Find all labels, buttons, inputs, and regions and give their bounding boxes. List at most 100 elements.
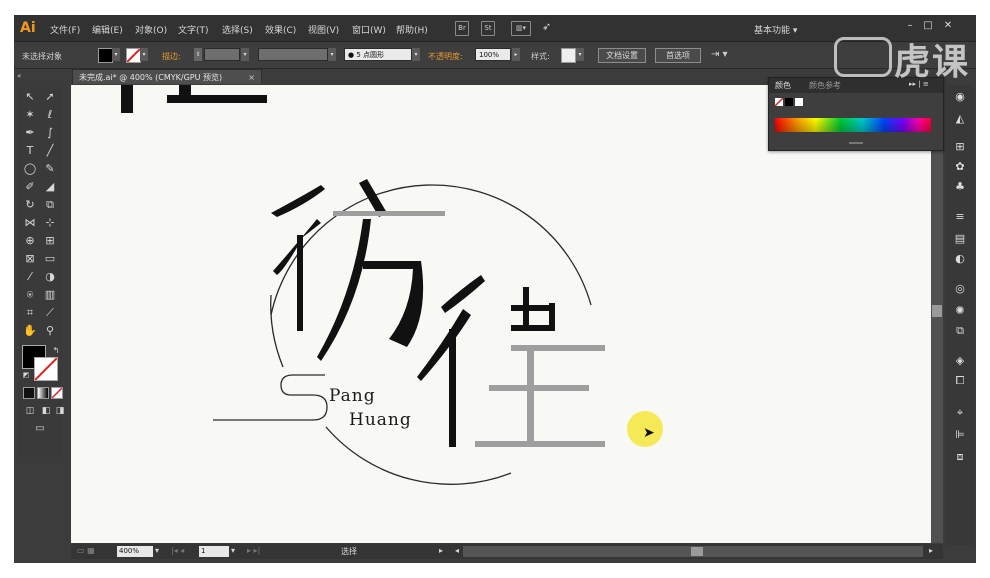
swatches-icon[interactable]: ⊞ — [952, 139, 968, 155]
draw-normal-icon[interactable]: ◫ — [22, 403, 38, 419]
none-mode-icon[interactable] — [51, 387, 63, 399]
magic-wand-tool-icon[interactable]: ✶ — [22, 107, 38, 123]
artboard-next-icon[interactable]: ▸ ▸| — [247, 546, 260, 555]
horizontal-scrollbar[interactable] — [463, 546, 923, 557]
artboard-dropdown-icon[interactable]: ▾ — [231, 546, 235, 555]
default-colors-icon[interactable]: ◩ — [18, 367, 34, 383]
appearance-panel-icon[interactable]: ◎ — [952, 281, 968, 297]
pathfinder-panel-icon[interactable]: ⧈ — [952, 449, 968, 465]
collapse-panel-icon[interactable]: « — [17, 72, 21, 80]
type-tool-icon[interactable]: T — [22, 143, 38, 159]
none-swatch[interactable] — [774, 97, 784, 107]
pen-tool-icon[interactable]: ✒ — [22, 125, 38, 141]
curvature-tool-icon[interactable]: ∫ — [42, 125, 58, 141]
opacity-arrow-icon[interactable]: ▸ — [512, 48, 520, 61]
menu-view[interactable]: 视图(V) — [308, 23, 339, 36]
scale-tool-icon[interactable]: ⧉ — [42, 197, 58, 213]
mesh-tool-icon[interactable]: ⊠ — [22, 251, 38, 267]
fill-dropdown-icon[interactable]: ▾ — [112, 48, 120, 61]
graphic-style-dropdown-icon[interactable]: ▾ — [576, 48, 584, 61]
document-setup-button[interactable]: 文档设置 — [598, 48, 646, 63]
zoom-dropdown-icon[interactable]: ▾ — [155, 546, 159, 555]
zoom-field[interactable]: 400% — [117, 546, 153, 557]
shape-builder-tool-icon[interactable]: ⊕ — [22, 233, 38, 249]
white-swatch[interactable] — [795, 98, 803, 106]
asset-export-icon[interactable]: ⧉ — [952, 323, 968, 339]
preferences-button[interactable]: 首选项 — [655, 48, 701, 63]
maximize-button[interactable]: □ — [920, 19, 936, 33]
stroke-panel-icon[interactable]: ≡ — [952, 209, 968, 225]
graphic-style-swatch[interactable] — [561, 48, 576, 63]
stroke-color-box[interactable] — [34, 357, 58, 381]
opacity-label[interactable]: 不透明度: — [428, 51, 463, 62]
status-menu-icon[interactable]: ▸ — [439, 546, 443, 555]
brushes-icon[interactable]: ✿ — [952, 159, 968, 175]
bridge-button[interactable]: Br — [455, 21, 469, 36]
stroke-label[interactable]: 描边: — [162, 51, 181, 62]
workspace-switcher[interactable]: 基本功能 ▾ — [754, 23, 797, 36]
line-tool-icon[interactable]: ╱ — [42, 143, 58, 159]
brush-dropdown-icon[interactable]: ▾ — [412, 48, 420, 61]
opacity-field[interactable]: 100% — [475, 48, 511, 61]
artboard-prev-icon[interactable]: |◂ ◂ — [171, 546, 184, 555]
pencil-tool-icon[interactable]: ✐ — [22, 179, 38, 195]
rotate-tool-icon[interactable]: ↻ — [22, 197, 38, 213]
perspective-grid-tool-icon[interactable]: ⊞ — [42, 233, 58, 249]
artboard-number-field[interactable]: 1 — [199, 546, 229, 557]
selection-tool-icon[interactable]: ↖ — [22, 89, 38, 105]
vertical-scroll-thumb[interactable] — [932, 305, 942, 317]
layers-panel-icon[interactable]: ◈ — [952, 353, 968, 369]
minimize-button[interactable]: – — [902, 19, 918, 33]
color-spectrum[interactable] — [775, 118, 931, 132]
menu-object[interactable]: 对象(O) — [135, 23, 167, 36]
paintbrush-tool-icon[interactable]: ✎ — [42, 161, 58, 177]
artboard-canvas[interactable]: Pang Huang ➤ — [71, 85, 937, 543]
brush-definition-field[interactable]: ● 5 点圆形 — [344, 48, 412, 61]
gpu-performance-icon[interactable]: ➶ — [542, 20, 551, 33]
free-transform-tool-icon[interactable]: ⊹ — [42, 215, 58, 231]
artboards-panel-icon[interactable]: ⧠ — [952, 373, 968, 389]
menu-file[interactable]: 文件(F) — [50, 23, 80, 36]
menu-effect[interactable]: 效果(C) — [265, 23, 296, 36]
menu-help[interactable]: 帮助(H) — [396, 23, 428, 36]
stroke-weight-stepper[interactable]: ⇕ — [194, 48, 202, 61]
variable-width-field[interactable] — [258, 48, 328, 61]
horizontal-scroll-thumb[interactable] — [691, 547, 703, 556]
tab-color[interactable]: 颜色 — [775, 80, 791, 91]
arrange-documents-icon[interactable]: ▥▾ — [511, 21, 531, 36]
direct-selection-tool-icon[interactable]: ➚ — [42, 89, 58, 105]
menu-type[interactable]: 文字(T) — [178, 23, 209, 36]
width-tool-icon[interactable]: ⋈ — [22, 215, 38, 231]
menu-edit[interactable]: 编辑(E) — [92, 23, 123, 36]
transparency-panel-icon[interactable]: ◐ — [952, 251, 968, 267]
document-tab[interactable]: 未完成.ai* @ 400% (CMYK/GPU 预览) × — [72, 69, 262, 84]
eraser-tool-icon[interactable]: ◢ — [42, 179, 58, 195]
color-panel-icon[interactable]: ◉ — [952, 89, 968, 105]
stroke-dropdown-icon[interactable]: ▾ — [140, 48, 148, 61]
menu-window[interactable]: 窗口(W) — [352, 23, 386, 36]
gradient-mode-icon[interactable] — [37, 387, 49, 399]
black-swatch[interactable] — [785, 98, 793, 106]
screen-mode-icon[interactable]: ▭ — [32, 421, 48, 437]
artboard-tool-icon[interactable]: ⌗ — [22, 305, 38, 321]
transform-panel-icon[interactable]: ⌖ — [952, 405, 968, 421]
align-panel-icon[interactable]: ⊫ — [952, 427, 968, 443]
select-similar-icon[interactable]: ⇥ ▾ — [711, 49, 728, 60]
eyedropper-tool-icon[interactable]: ⁄ — [22, 269, 38, 285]
lasso-tool-icon[interactable]: ℓ — [42, 107, 58, 123]
scroll-left-icon[interactable]: ◂ — [455, 546, 459, 555]
hand-tool-icon[interactable]: ✋ — [22, 323, 38, 339]
color-mode-icon[interactable] — [23, 387, 35, 399]
vertical-scrollbar[interactable] — [931, 85, 943, 543]
swap-fill-stroke-icon[interactable]: ↰ — [48, 343, 64, 359]
color-guide-icon[interactable]: ◭ — [952, 111, 968, 127]
draw-inside-icon[interactable]: ◨ — [52, 403, 68, 419]
stock-button[interactable]: St — [481, 21, 495, 36]
stroke-weight-dropdown-icon[interactable]: ▾ — [241, 48, 249, 61]
symbol-sprayer-tool-icon[interactable]: ⍟ — [22, 287, 38, 303]
stroke-weight-field[interactable] — [204, 48, 240, 61]
gradient-panel-icon[interactable]: ▤ — [952, 231, 968, 247]
blend-tool-icon[interactable]: ◑ — [42, 269, 58, 285]
variable-width-dropdown-icon[interactable]: ▾ — [328, 48, 336, 61]
close-window-button[interactable]: ✕ — [940, 19, 956, 33]
